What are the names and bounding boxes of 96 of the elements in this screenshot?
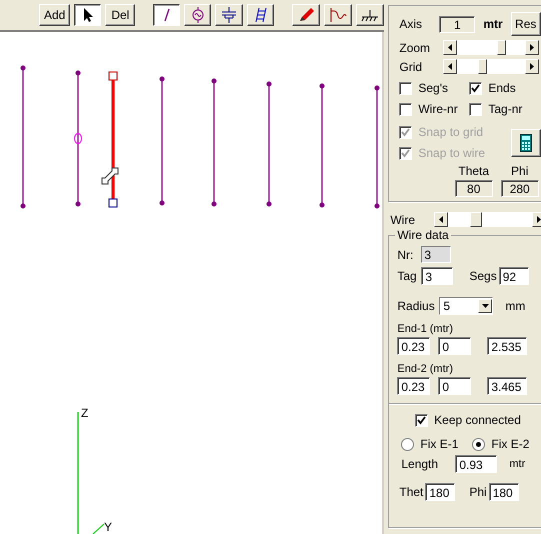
option-checkbox[interactable]: Seg's — [399, 81, 470, 95]
length-field[interactable]: 0.93 — [455, 455, 498, 473]
pencil-tool-button[interactable] — [292, 4, 320, 26]
calculator-button[interactable] — [510, 128, 541, 156]
tag-field[interactable]: 3 — [421, 267, 454, 285]
pencil-icon — [297, 7, 316, 23]
curve-icon — [329, 7, 348, 23]
grid-slider[interactable] — [443, 59, 539, 74]
scroll-right-button[interactable] — [524, 59, 539, 74]
right-triangle-icon — [530, 63, 534, 70]
axis-label: Y — [104, 520, 112, 534]
fix-radio[interactable]: Fix E-1 — [401, 437, 458, 451]
wire[interactable] — [320, 84, 324, 208]
theta-field[interactable]: 180 — [425, 483, 456, 501]
axis-value-field: 1 — [439, 16, 476, 32]
segs-field[interactable]: 92 — [498, 267, 529, 285]
radius-dropdown[interactable]: 5 — [439, 297, 494, 315]
scroll-right-button[interactable] — [524, 40, 539, 55]
end-label: End-1 (mtr) — [397, 323, 454, 335]
dropdown-arrow-icon — [482, 304, 489, 308]
option-checkbox[interactable]: Tag-nr — [469, 102, 541, 116]
coordinate-field[interactable]: 0.23 — [397, 337, 430, 355]
wire[interactable] — [266, 82, 272, 206]
source-tool-button[interactable] — [184, 4, 212, 26]
slider-thumb[interactable] — [478, 59, 488, 74]
calculator-icon — [520, 134, 532, 152]
sine-circle-icon — [190, 7, 206, 23]
coordinate-field[interactable]: 0 — [438, 337, 472, 355]
coordinate-field[interactable]: 3.465 — [487, 377, 528, 395]
zoom-slider[interactable] — [443, 40, 539, 55]
coordinate-field[interactable]: 0 — [438, 377, 472, 395]
option-checkbox[interactable]: Ends — [469, 81, 541, 95]
check-icon — [471, 84, 480, 92]
zoom-label: Zoom — [399, 40, 432, 54]
theta-label: Theta — [458, 164, 490, 178]
ladder-tool-button[interactable] — [247, 4, 274, 26]
unit-label: mtr — [483, 17, 503, 31]
theta-label: Thet — [399, 485, 424, 499]
scroll-left-button[interactable] — [443, 59, 458, 74]
scroll-left-button[interactable] — [443, 40, 458, 55]
wire[interactable] — [212, 78, 216, 206]
unit-label: mm — [505, 299, 526, 313]
phi-label: Phi — [511, 164, 528, 178]
slider-thumb[interactable] — [470, 212, 482, 227]
wire[interactable] — [20, 66, 26, 208]
coordinate-field[interactable]: 2.535 — [487, 337, 528, 355]
right-triangle-icon — [530, 44, 534, 51]
tag-label: Tag — [397, 269, 418, 283]
right-triangle-icon — [536, 216, 541, 223]
y-axis-line — [92, 524, 104, 534]
nr-label: Nr: — [397, 248, 414, 262]
keep-connected-checkbox[interactable]: Keep connected — [415, 413, 521, 427]
radius-label: Radius — [397, 299, 436, 313]
wire-label: Wire — [390, 212, 416, 226]
scroll-left-button[interactable] — [434, 212, 448, 227]
wire[interactable] — [374, 86, 380, 208]
option-checkbox[interactable]: Wire-nr — [399, 102, 470, 116]
pointer-tool-button[interactable] — [74, 4, 102, 26]
ladder-icon — [254, 7, 268, 23]
toolbar-button[interactable]: Del — [105, 4, 136, 26]
grid-label: Grid — [399, 60, 424, 74]
load-tool-button[interactable] — [215, 4, 244, 26]
ground-icon — [361, 7, 380, 23]
phi-field: 280 — [500, 180, 539, 197]
wire-tool-button[interactable] — [153, 4, 180, 26]
axis-label: Z — [81, 406, 88, 420]
segs-label: Segs — [469, 269, 497, 283]
length-label: Length — [401, 457, 440, 471]
resize-cursor-icon — [102, 168, 118, 184]
fix-radio[interactable]: Fix E-2 — [472, 437, 530, 451]
axis-label: Axis — [399, 17, 424, 31]
reset-button[interactable]: Res — [510, 12, 541, 36]
ground-tool-button[interactable] — [356, 4, 384, 26]
wire[interactable] — [160, 76, 164, 206]
phi-label: Phi — [469, 485, 487, 499]
check-icon — [401, 148, 410, 158]
unit-label: mtr — [509, 458, 526, 470]
check-icon — [401, 128, 410, 136]
theta-field: 80 — [454, 180, 493, 197]
toolbar-button[interactable]: Add — [39, 4, 70, 26]
capacitor-icon — [220, 7, 238, 23]
drawing-canvas[interactable]: Z Y — [0, 32, 384, 534]
end-label: End-2 (mtr) — [397, 363, 454, 375]
nr-field: 3 — [421, 246, 452, 263]
coordinate-field[interactable]: 0.23 — [397, 377, 430, 395]
selected-wire[interactable] — [108, 72, 118, 208]
wire-slider[interactable] — [434, 212, 541, 227]
left-triangle-icon — [448, 44, 452, 51]
group-title: Wire data — [395, 228, 451, 242]
left-triangle-icon — [439, 216, 444, 223]
pattern-tool-button[interactable] — [324, 4, 352, 26]
wire[interactable] — [76, 70, 80, 206]
phi-field[interactable]: 180 — [488, 483, 519, 501]
left-triangle-icon — [448, 63, 452, 70]
slider-thumb[interactable] — [496, 40, 506, 55]
check-icon — [417, 416, 426, 424]
